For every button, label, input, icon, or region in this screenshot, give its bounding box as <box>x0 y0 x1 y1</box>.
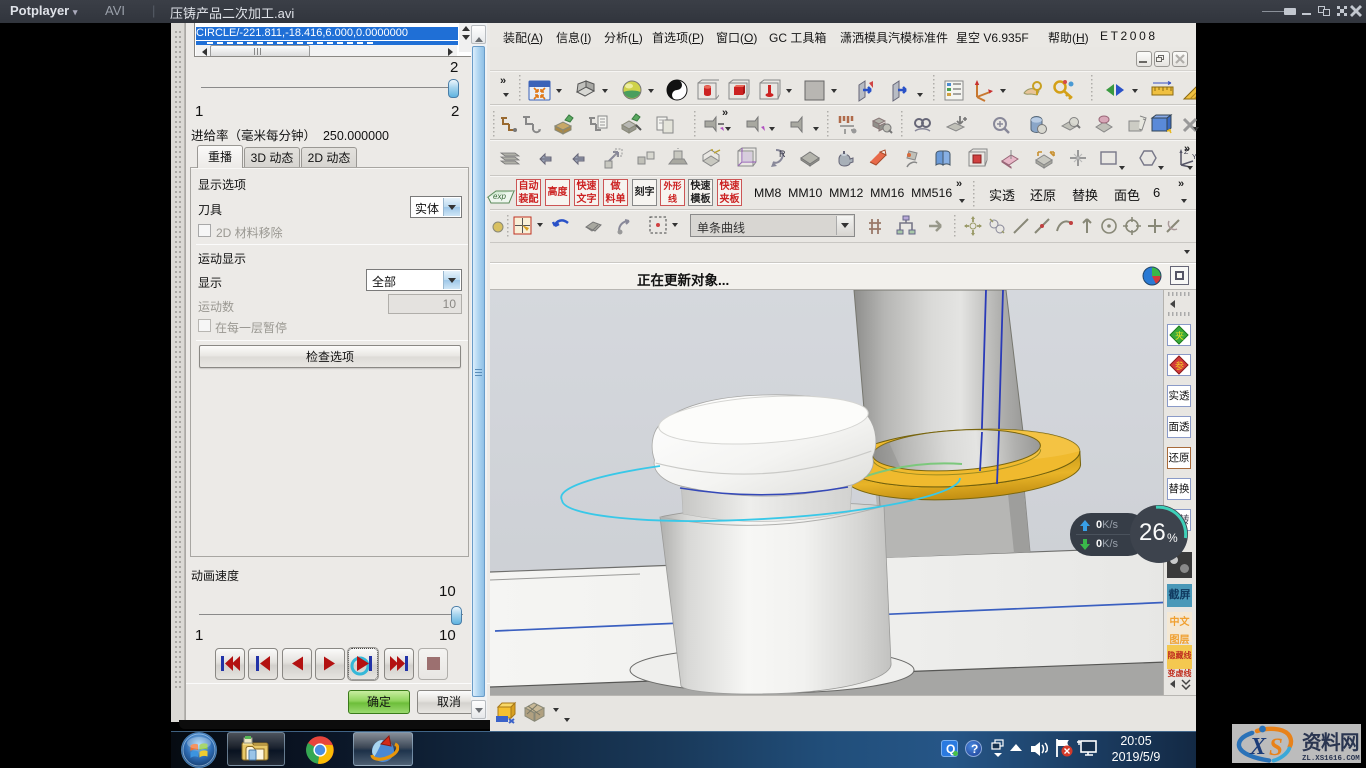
svg-text:Y: Y <box>1192 154 1196 161</box>
svg-text:参: 参 <box>1175 360 1184 371</box>
svg-text:S: S <box>1269 734 1283 761</box>
svg-text:X: X <box>1249 734 1267 760</box>
svg-text:资料网: 资料网 <box>1302 731 1359 754</box>
svg-text:夹: 夹 <box>1175 330 1184 341</box>
svg-text:ZL.XS1616.COM: ZL.XS1616.COM <box>1302 755 1360 763</box>
svg-text:R: R <box>779 149 786 159</box>
svg-text:exp: exp <box>493 192 506 201</box>
